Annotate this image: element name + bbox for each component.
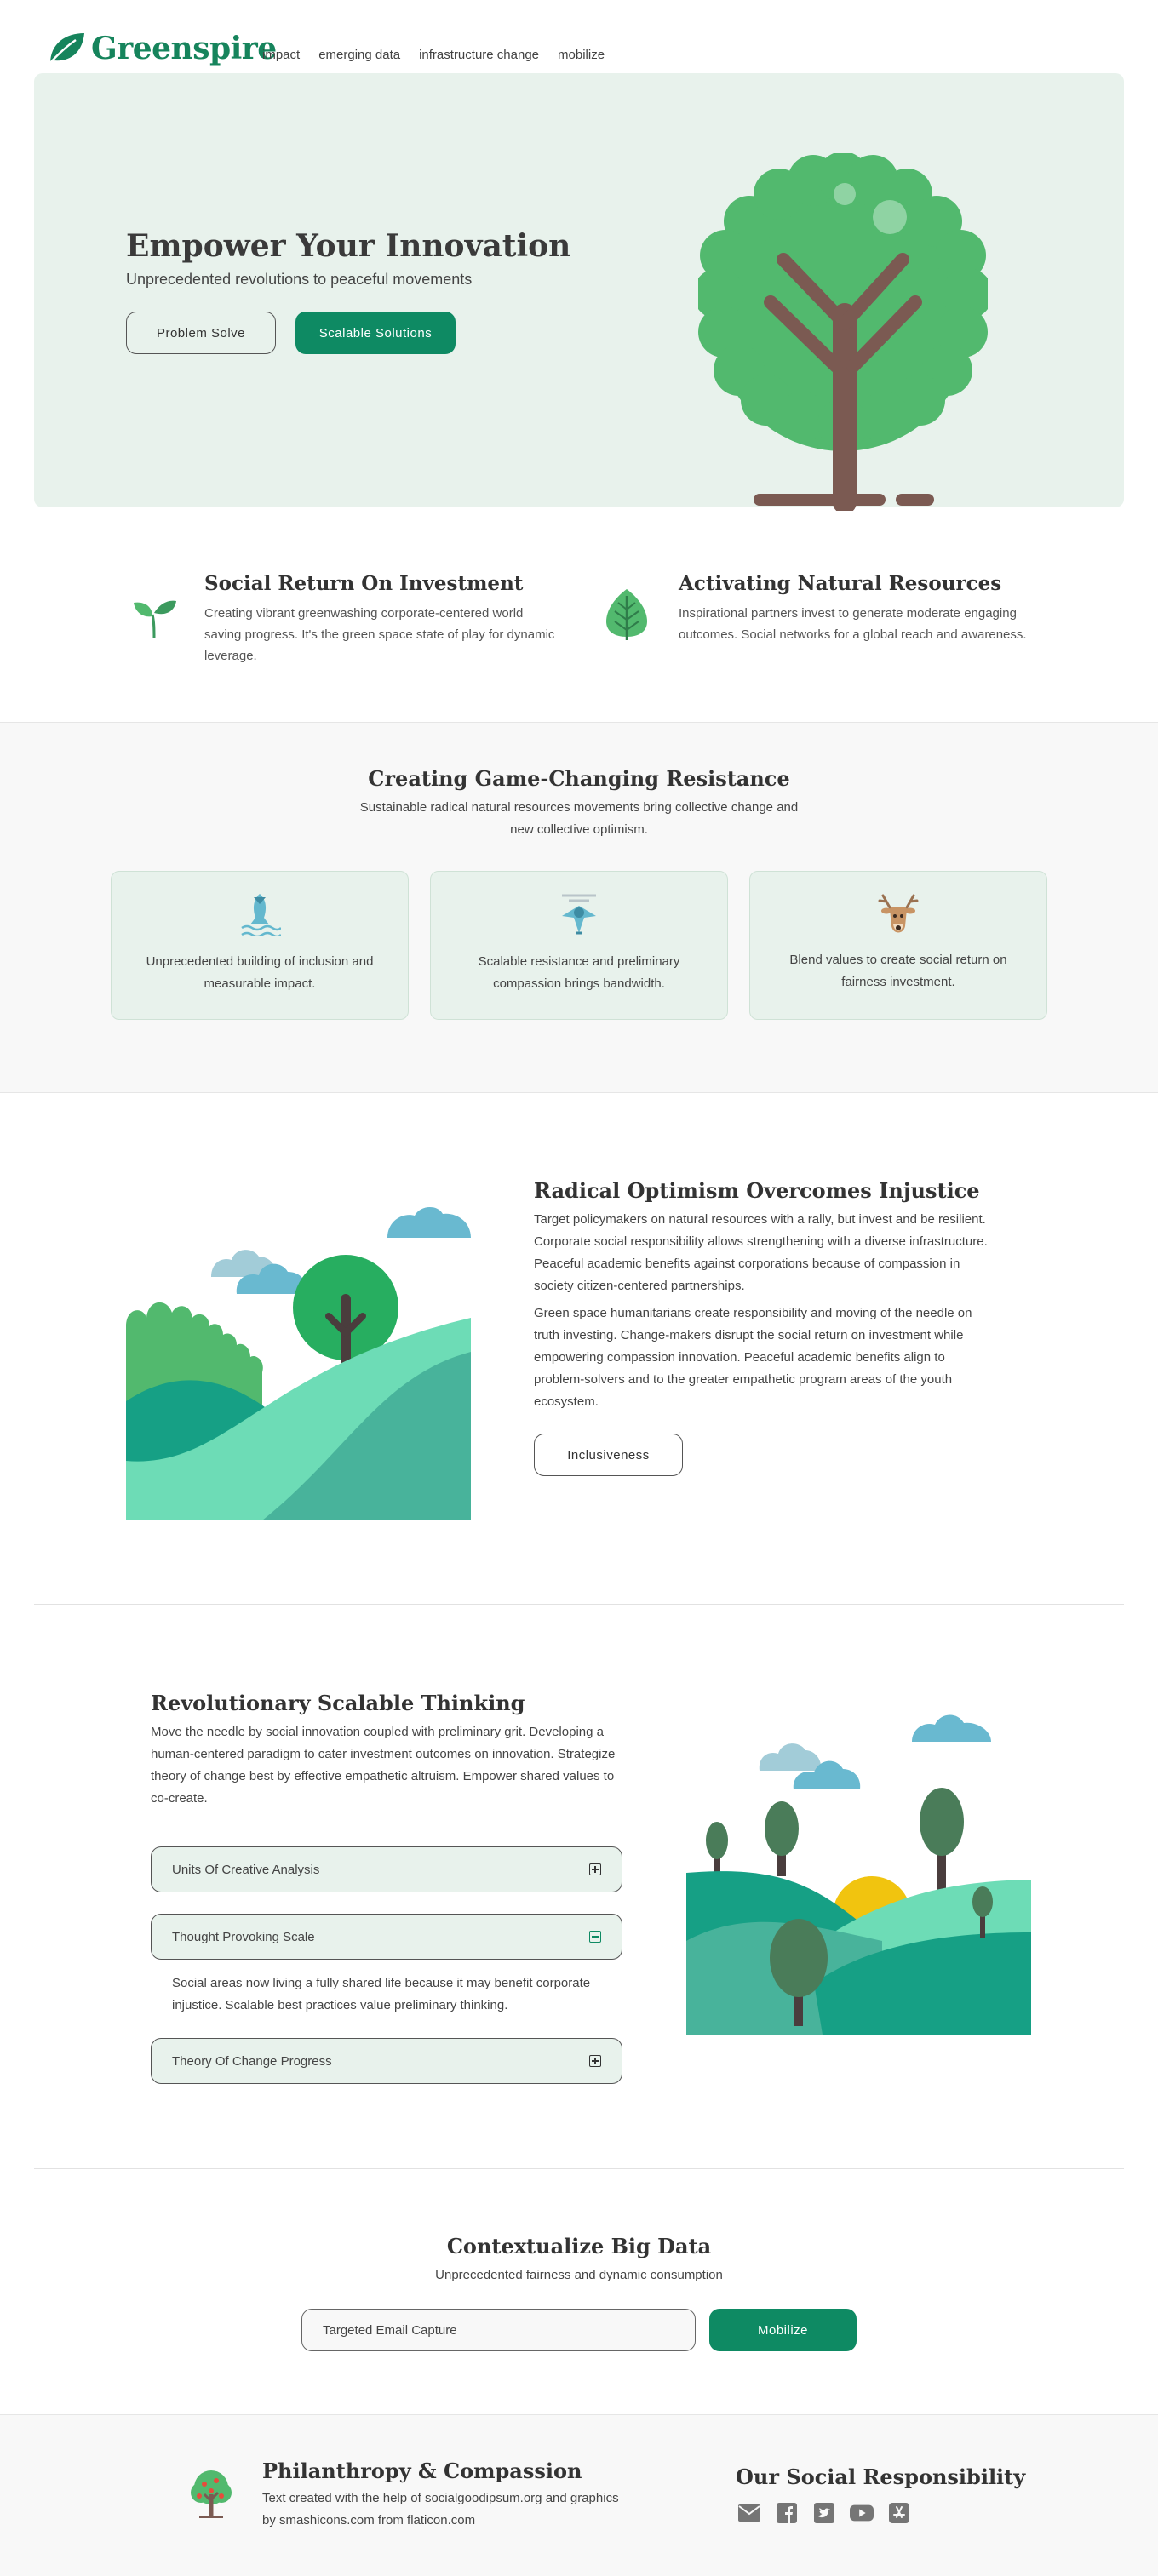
- nav-link-impact[interactable]: impact: [262, 48, 300, 62]
- hero-tree-illustration: [698, 153, 988, 511]
- accordion-label: Units Of Creative Analysis: [172, 1862, 320, 1877]
- fruit-tree-icon: [191, 2470, 232, 2518]
- accordion-label: Theory Of Change Progress: [172, 2053, 332, 2069]
- resistance-subtitle: Sustainable radical natural resources mo…: [359, 800, 799, 837]
- thinking-title: Revolutionary Scalable Thinking: [151, 1691, 525, 1715]
- brand-logo[interactable]: Greenspire: [47, 31, 277, 66]
- feature-title-natural-resources: Activating Natural Resources: [679, 572, 1002, 595]
- accordion-item-creative-analysis[interactable]: Units Of Creative Analysis: [151, 1846, 622, 1892]
- feature-text-social-return: Creating vibrant greenwashing corporate-…: [204, 606, 555, 663]
- deer-icon: [878, 894, 919, 933]
- mobilize-button[interactable]: Mobilize: [709, 2309, 857, 2351]
- optimism-paragraph-2: Green space humanitarians create respons…: [534, 1306, 972, 1409]
- inclusiveness-button[interactable]: Inclusiveness: [534, 1434, 683, 1476]
- optimism-paragraph-1: Target policymakers on natural resources…: [534, 1212, 988, 1293]
- mail-icon[interactable]: [737, 2503, 761, 2523]
- cta-title: Contextualize Big Data: [446, 2234, 712, 2258]
- facebook-icon[interactable]: [775, 2503, 799, 2523]
- expand-icon[interactable]: [589, 2055, 601, 2067]
- thinking-text: Move the needle by social innovation cou…: [151, 1725, 616, 1806]
- resistance-title: Creating Game-Changing Resistance: [368, 766, 790, 791]
- email-capture-input[interactable]: [301, 2309, 696, 2351]
- card-inclusion-text: Unprecedented building of inclusion and …: [146, 954, 374, 991]
- collapse-icon[interactable]: [589, 1931, 601, 1943]
- feature-text-natural-resources: Inspirational partners invest to generat…: [679, 606, 1027, 642]
- accordion-item-thought-provoking[interactable]: Thought Provoking Scale: [151, 1914, 622, 1960]
- expand-icon[interactable]: [589, 1863, 601, 1875]
- youtube-icon[interactable]: [850, 2503, 874, 2523]
- problem-solve-button[interactable]: Problem Solve: [126, 312, 276, 354]
- scalable-solutions-button[interactable]: Scalable Solutions: [295, 312, 456, 354]
- section-divider: [34, 1604, 1124, 1605]
- accordion-label: Thought Provoking Scale: [172, 1929, 315, 1944]
- nav-link-emerging-data[interactable]: emerging data: [318, 48, 400, 62]
- nav-link-infrastructure-change[interactable]: infrastructure change: [419, 48, 539, 62]
- brand-name: Greenspire: [91, 31, 277, 66]
- cta-subtitle: Unprecedented fairness and dynamic consu…: [435, 2268, 723, 2282]
- card-resistance-text: Scalable resistance and preliminary comp…: [478, 954, 680, 991]
- bird-icon: [562, 894, 596, 935]
- footer-title: Philanthropy & Compassion: [262, 2459, 582, 2483]
- card-fairness-text: Blend values to create social return on …: [789, 953, 1007, 989]
- leaf-logo-icon: [48, 33, 84, 66]
- leaf-sprout-icon: [134, 600, 176, 639]
- accordion-content: Social areas now living a fully shared l…: [172, 1976, 591, 2012]
- social-title: Our Social Responsibility: [736, 2464, 1026, 2489]
- optimism-title: Radical Optimism Overcomes Injustice: [534, 1178, 980, 1203]
- fish-icon: [241, 894, 281, 936]
- hills-sun-illustration: [686, 1714, 1031, 2035]
- app-store-icon[interactable]: [887, 2503, 911, 2523]
- accordion-item-theory-of-change[interactable]: Theory Of Change Progress: [151, 2038, 622, 2084]
- twitter-icon[interactable]: [812, 2503, 836, 2523]
- leaf-icon: [606, 589, 647, 640]
- hero-title: Empower Your Innovation: [126, 228, 571, 264]
- section-divider: [34, 2168, 1124, 2169]
- feature-title-social-return: Social Return On Investment: [204, 572, 524, 595]
- nav-link-mobilize[interactable]: mobilize: [558, 48, 605, 62]
- hero-subtitle: Unprecedented revolutions to peaceful mo…: [126, 271, 473, 288]
- social-icons: [737, 2503, 911, 2523]
- footer-text: Text created with the help of socialgood…: [262, 2491, 619, 2527]
- main-nav: impact emerging data infrastructure chan…: [262, 48, 605, 62]
- landscape-illustration: [126, 1206, 471, 1520]
